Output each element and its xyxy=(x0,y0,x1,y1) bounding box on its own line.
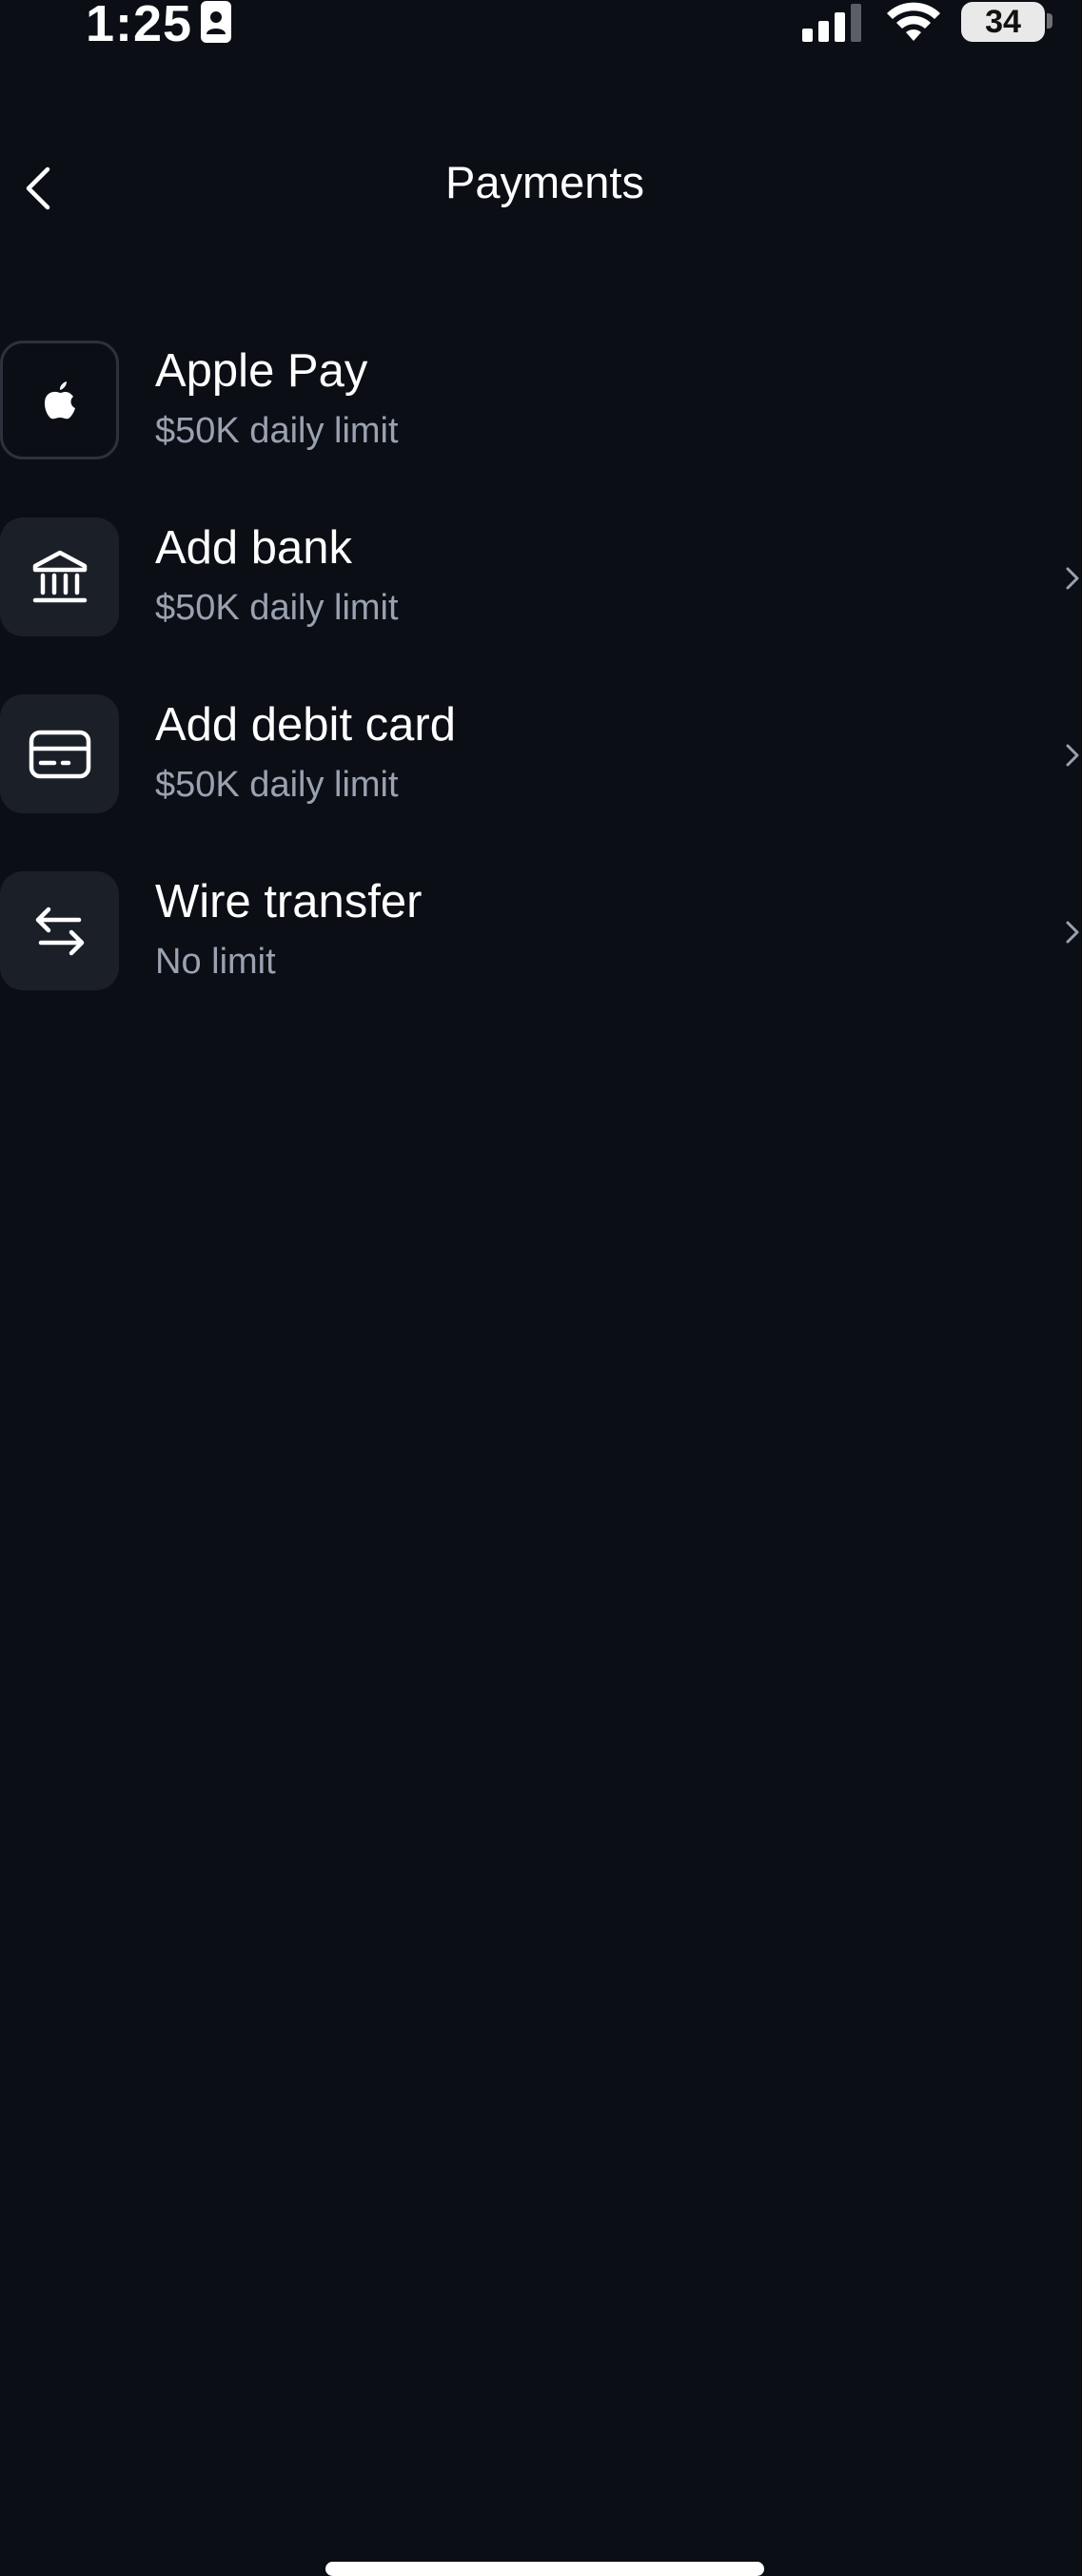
payment-method-wire-transfer[interactable]: Wire transfer No limit xyxy=(0,871,1082,1048)
page-title: Payments xyxy=(445,157,644,207)
method-limit: $50K daily limit xyxy=(155,411,399,451)
payment-methods-list: Apple Pay $50K daily limit Add bank $50K… xyxy=(0,341,1082,1048)
icon-tile xyxy=(0,871,119,990)
transfer-arrows-icon xyxy=(35,907,84,955)
method-title: Add bank xyxy=(155,522,353,574)
method-limit: $50K daily limit xyxy=(155,588,399,628)
wifi-icon xyxy=(887,2,940,41)
payment-method-add-debit-card[interactable]: Add debit card $50K daily limit xyxy=(0,694,1082,871)
home-indicator[interactable] xyxy=(325,2562,764,2576)
chevron-right-icon xyxy=(1066,567,1079,590)
battery-indicator: 34 xyxy=(961,2,1045,42)
icon-tile xyxy=(0,341,119,459)
icon-tile xyxy=(0,517,119,636)
battery-cap xyxy=(1047,13,1052,29)
header: Payments xyxy=(0,143,1082,234)
icon-tile xyxy=(0,694,119,813)
method-limit: No limit xyxy=(155,942,276,982)
method-limit: $50K daily limit xyxy=(155,765,399,805)
payment-method-add-bank[interactable]: Add bank $50K daily limit xyxy=(0,517,1082,694)
chevron-right-icon xyxy=(1066,744,1079,767)
payment-method-apple-pay[interactable]: Apple Pay $50K daily limit xyxy=(0,341,1082,517)
method-title: Add debit card xyxy=(155,699,456,751)
bank-icon xyxy=(32,550,87,602)
method-title: Wire transfer xyxy=(155,876,423,927)
method-title: Apple Pay xyxy=(155,345,368,397)
contact-card-icon xyxy=(201,1,231,43)
status-bar: 1:25 34 xyxy=(0,0,1082,57)
chevron-right-icon xyxy=(1066,921,1079,944)
credit-card-icon xyxy=(29,730,90,778)
cellular-signal-icon xyxy=(802,4,861,42)
apple-icon xyxy=(44,381,75,419)
status-time: 1:25 xyxy=(86,0,193,52)
